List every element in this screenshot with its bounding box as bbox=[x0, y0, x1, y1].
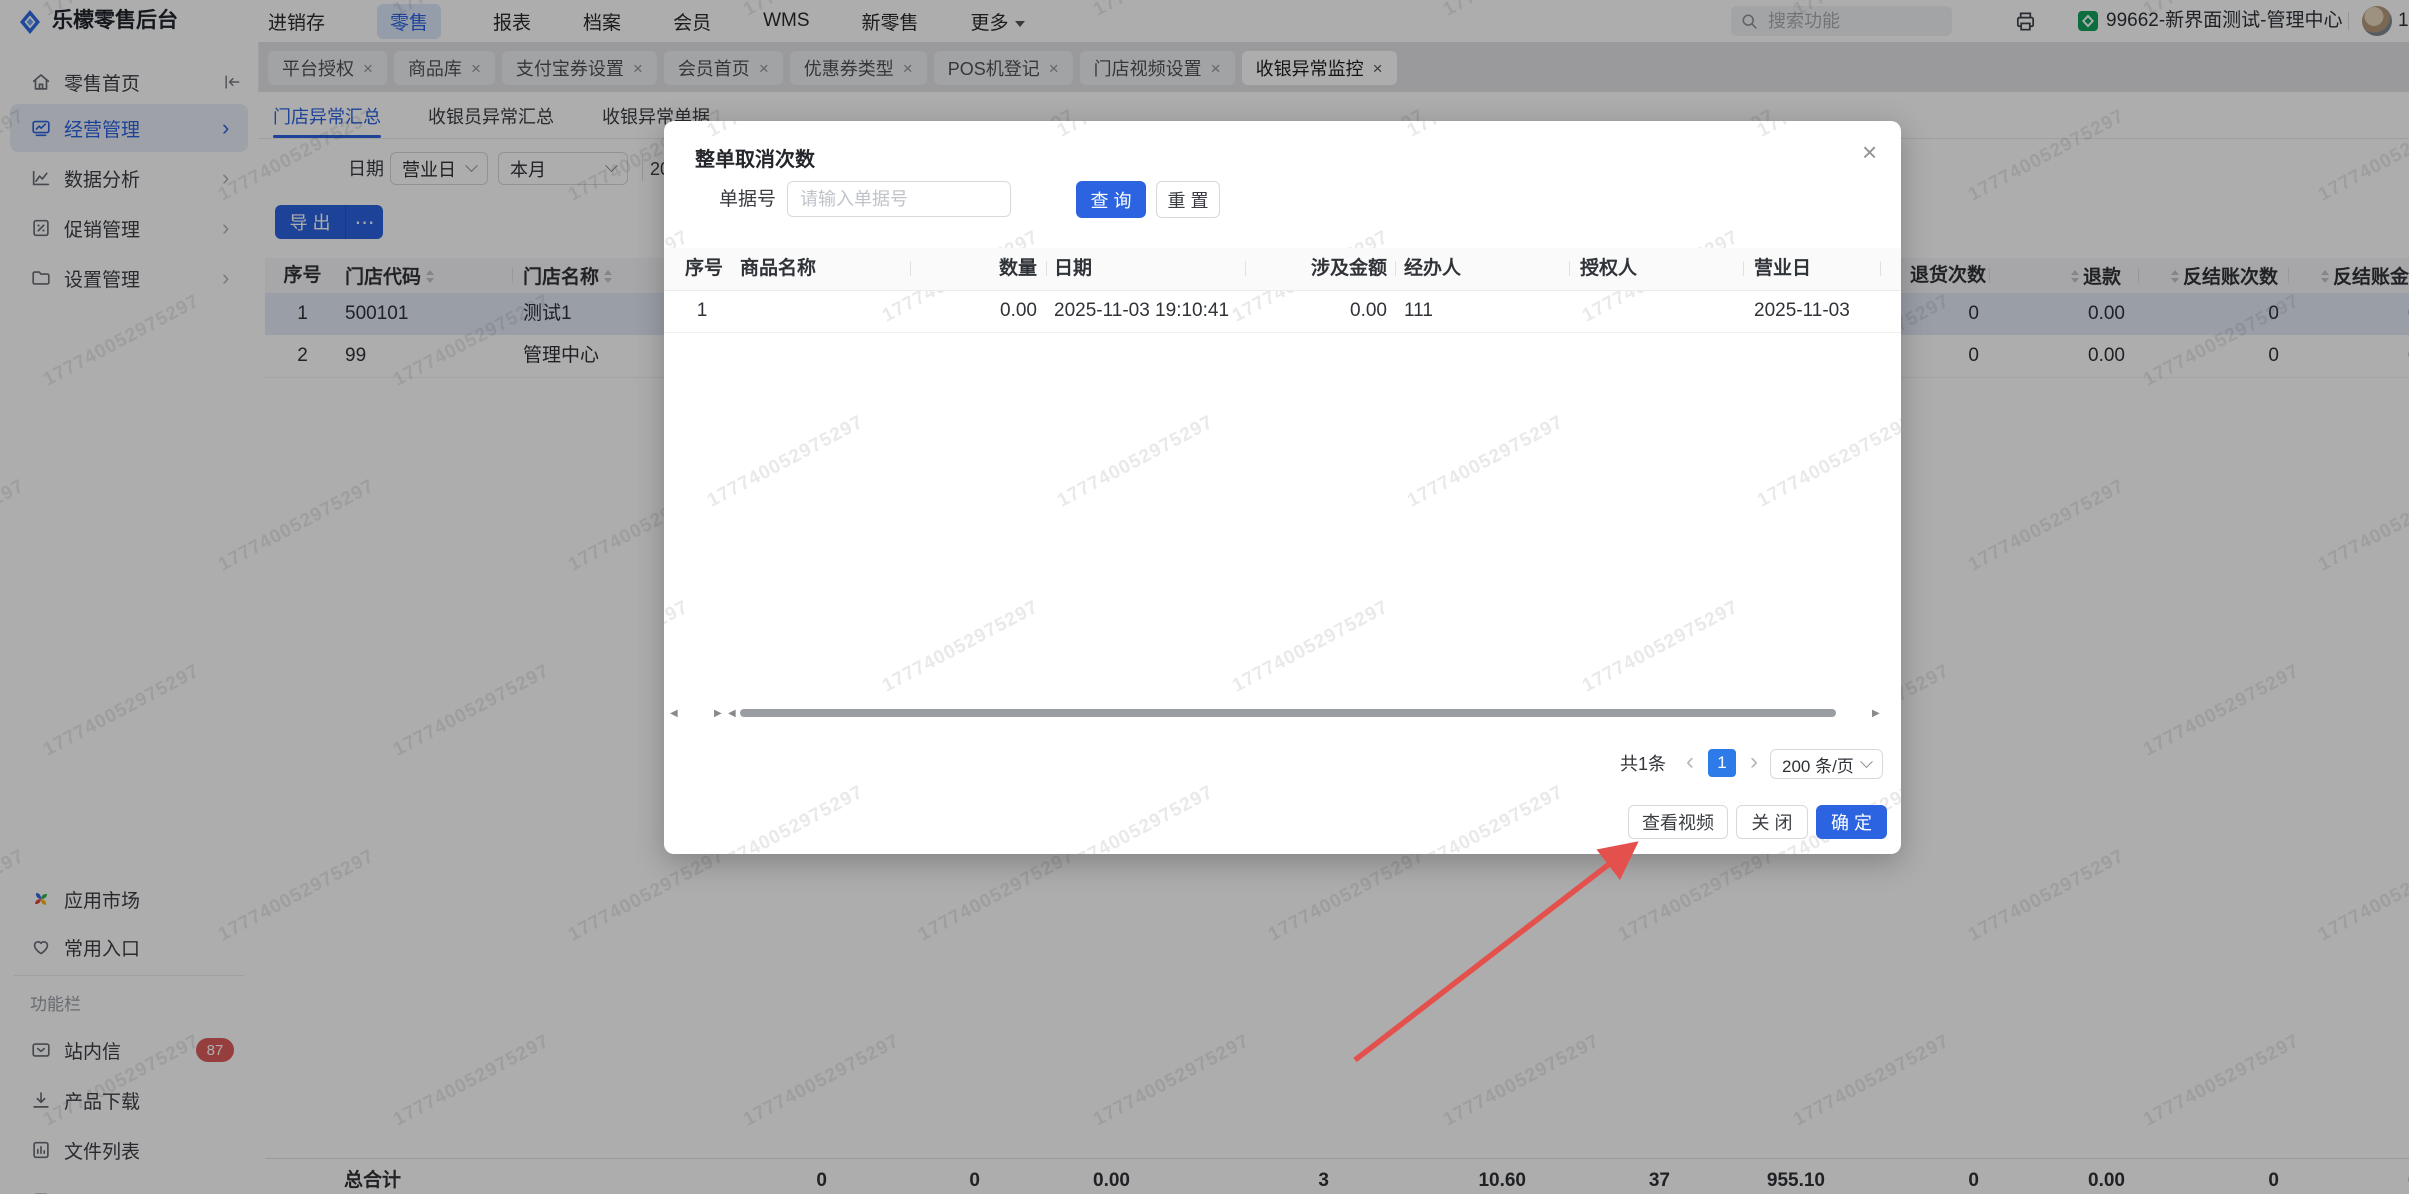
chevron-down-icon bbox=[1860, 754, 1873, 768]
whole-order-cancel-modal: 177740052975297 177740052975297 1777400529… bbox=[664, 121, 1901, 854]
mcol-product-name: 商品名称 bbox=[740, 258, 817, 279]
modal-confirm-button[interactable]: 确 定 bbox=[1816, 805, 1887, 839]
mcol-date: 日期 bbox=[1054, 258, 1093, 279]
modal-table-hscrollbar: ◀ ▶ ◀ ▶ bbox=[664, 705, 1901, 721]
scroll-left-icon[interactable]: ◀ bbox=[728, 709, 736, 719]
modal-reset-button[interactable]: 重 置 bbox=[1156, 181, 1220, 218]
page-size-select[interactable]: 200 条/页 bbox=[1770, 749, 1883, 779]
pagination-prev-icon[interactable]: ‹ bbox=[1686, 747, 1694, 777]
pagination-total: 共1条 bbox=[1620, 754, 1667, 774]
modal-close-icon[interactable]: × bbox=[1862, 139, 1877, 165]
modal-close-button[interactable]: 关 闭 bbox=[1736, 805, 1808, 839]
view-video-button[interactable]: 查看视频 bbox=[1628, 805, 1728, 839]
modal-table-header: 序号 商品名称 数量 日期 涉及金额 经办人 授权人 营业日 bbox=[664, 248, 1901, 291]
mcol-authorizer: 授权人 bbox=[1580, 258, 1638, 279]
scrollbar-thumb[interactable] bbox=[740, 709, 1836, 717]
modal-title: 整单取消次数 bbox=[695, 149, 815, 171]
pagination-next-icon[interactable]: › bbox=[1750, 747, 1758, 777]
app-root: 乐檬零售后台 进销存 零售 报表 档案 会员 WMS 新零售 更多 搜索功能 9… bbox=[0, 0, 2409, 1194]
scroll-right-icon[interactable]: ▶ bbox=[714, 709, 722, 719]
doc-number-label: 单据号 bbox=[719, 189, 777, 210]
scroll-right-icon[interactable]: ▶ bbox=[1872, 709, 1880, 719]
mcol-operator: 经办人 bbox=[1404, 258, 1462, 279]
modal-watermarks: 177740052975297 177740052975297 1777400529… bbox=[664, 121, 1901, 854]
modal-search-button[interactable]: 查 询 bbox=[1076, 181, 1146, 218]
pagination-page-1[interactable]: 1 bbox=[1708, 749, 1736, 777]
doc-number-input[interactable] bbox=[787, 181, 1011, 217]
modal-table-row[interactable]: 1 0.00 2025-11-03 19:10:41 0.00 111 2025… bbox=[664, 290, 1901, 333]
mcol-seq: 序号 bbox=[685, 258, 724, 279]
mcol-business-date: 营业日 bbox=[1754, 258, 1812, 279]
mcol-quantity: 数量 bbox=[998, 258, 1037, 279]
scroll-left-icon[interactable]: ◀ bbox=[670, 709, 678, 719]
mcol-amount: 涉及金额 bbox=[1310, 258, 1387, 279]
